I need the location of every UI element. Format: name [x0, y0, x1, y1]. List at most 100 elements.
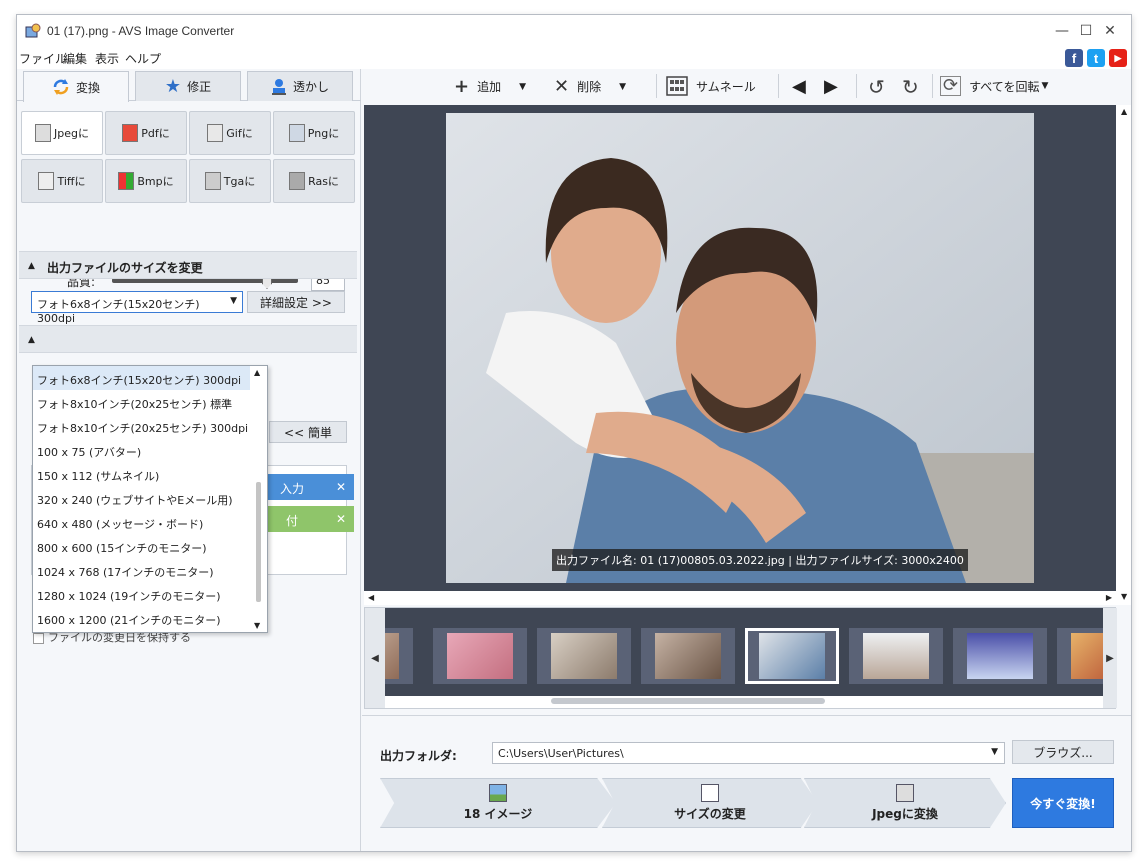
- format-ras-button[interactable]: Rasに: [273, 159, 355, 203]
- thumbnail-item[interactable]: [537, 628, 631, 684]
- format-gif-button[interactable]: Gifに: [189, 111, 271, 155]
- format-png-button[interactable]: Pngに: [273, 111, 355, 155]
- thumbnail-left-arrow[interactable]: ◀: [365, 608, 385, 708]
- details-button[interactable]: 詳細設定 >>: [247, 291, 345, 313]
- thumbnail-image: [447, 633, 513, 679]
- add-button[interactable]: + 追加 ▼: [454, 76, 526, 97]
- dropdown-item[interactable]: 800 x 600 (15インチのモニター): [33, 534, 251, 558]
- rotate-all-button[interactable]: ⟳ すべてを回転 ▼: [940, 76, 1048, 96]
- preview-horizontal-scrollbar[interactable]: ◀ ▶: [364, 591, 1116, 605]
- scroll-up-icon[interactable]: ▲: [1121, 107, 1127, 116]
- app-icon: [25, 23, 41, 38]
- tab-convert[interactable]: 変換: [23, 71, 129, 102]
- dropdown-item[interactable]: 150 x 112 (サムネイル): [33, 462, 251, 486]
- chevron-down-icon[interactable]: ▼: [519, 82, 526, 92]
- thumbnail-item[interactable]: [385, 628, 413, 684]
- dropdown-item[interactable]: 1600 x 1200 (21インチのモニター): [33, 606, 251, 630]
- simple-button[interactable]: << 簡単: [269, 421, 347, 443]
- next-arrow-icon[interactable]: ▶: [824, 76, 838, 97]
- twitter-icon[interactable]: t: [1087, 49, 1105, 67]
- thumbnail-item-selected[interactable]: [745, 628, 839, 684]
- resize-preset-select[interactable]: フォト6x8インチ(15x20センチ) 300dpi ▼: [31, 291, 243, 325]
- browse-button[interactable]: ブラウズ...: [1012, 740, 1114, 764]
- thumbnail-button[interactable]: サムネール: [666, 76, 756, 96]
- maximize-button[interactable]: ☐: [1041, 15, 1093, 47]
- second-section-header[interactable]: ▲: [19, 325, 357, 353]
- format-bmp-button[interactable]: Bmpに: [105, 159, 187, 203]
- format-jpeg-label: Jpegに: [54, 127, 89, 140]
- keep-date-checkbox[interactable]: [33, 632, 44, 644]
- menu-edit[interactable]: 編集: [63, 50, 87, 67]
- step-resize[interactable]: サイズの変更: [602, 778, 818, 828]
- preview-vertical-scrollbar[interactable]: ▲ ▼: [1116, 105, 1131, 605]
- dropdown-scroll-thumb[interactable]: [256, 482, 261, 602]
- thumbnail-item[interactable]: [953, 628, 1047, 684]
- image-preview: 出力ファイル名: 01 (17)00805.03.2022.jpg | 出力ファ…: [364, 105, 1116, 591]
- tab-correct[interactable]: ★ 修正: [135, 71, 241, 101]
- output-folder-field[interactable]: C:\Users\User\Pictures\ ▼: [492, 742, 1005, 764]
- facebook-icon[interactable]: f: [1065, 49, 1083, 67]
- delete-label: 削除: [577, 80, 602, 94]
- chevron-down-icon[interactable]: ▼: [991, 747, 998, 757]
- menu-file[interactable]: ファイル: [19, 50, 67, 67]
- dropdown-item[interactable]: フォト6x8インチ(15x20センチ) 300dpi: [33, 366, 251, 390]
- toolbar: + 追加 ▼ ✕ 削除 ▼ サムネール ◀ ▶ ↺ ↻ ⟳ すべてを回転 ▼: [362, 69, 1131, 103]
- title-bar: 01 (17).png - AVS Image Converter — ☐ ✕: [17, 15, 1131, 47]
- scroll-down-icon[interactable]: ▼: [254, 621, 260, 630]
- format-pdf-button[interactable]: Pdfに: [105, 111, 187, 155]
- thumbnail-image: [655, 633, 721, 679]
- menu-bar: ファイル 編集 表示 ヘルプ f t ▶: [17, 47, 1131, 69]
- scroll-right-icon[interactable]: ▶: [1106, 593, 1112, 602]
- photo-father-daughter: [446, 113, 1034, 583]
- dropdown-scrollbar[interactable]: ▲ ▼: [250, 366, 267, 632]
- resize-preset-dropdown[interactable]: フォト6x8インチ(15x20センチ) 300dpi フォト8x10インチ(20…: [32, 365, 268, 633]
- close-icon[interactable]: ✕: [336, 512, 346, 526]
- thumbnail-list: [385, 608, 1103, 696]
- left-panel: 変換 ★ 修正 透かし Jpegに Pdfに Gifに Pngに Tiffに B…: [17, 69, 361, 851]
- format-jpeg-button[interactable]: Jpegに: [21, 111, 103, 155]
- step-resize-label: サイズの変更: [674, 807, 746, 821]
- scroll-down-icon[interactable]: ▼: [1121, 592, 1127, 601]
- thumbnail-item[interactable]: [641, 628, 735, 684]
- dropdown-item[interactable]: 1024 x 768 (17インチのモニター): [33, 558, 251, 582]
- close-button[interactable]: ✕: [1087, 15, 1131, 47]
- menu-help[interactable]: ヘルプ: [125, 50, 161, 67]
- format-tiff-button[interactable]: Tiffに: [21, 159, 103, 203]
- dropdown-item[interactable]: 1280 x 1024 (19インチのモニター): [33, 582, 251, 606]
- tab-correct-label: 修正: [187, 80, 212, 94]
- tab-watermark[interactable]: 透かし: [247, 71, 353, 101]
- previous-arrow-icon[interactable]: ◀: [792, 76, 806, 97]
- dropdown-item[interactable]: フォト8x10インチ(20x25センチ) 300dpi: [33, 414, 251, 438]
- dropdown-item[interactable]: 100 x 75 (アバター): [33, 438, 251, 462]
- chevron-down-icon[interactable]: ▼: [619, 82, 626, 92]
- thumbnail-item[interactable]: [849, 628, 943, 684]
- dropdown-item[interactable]: フォト8x10インチ(20x25センチ) 標準: [33, 390, 251, 414]
- scroll-up-icon[interactable]: ▲: [254, 368, 260, 377]
- thumbnail-item[interactable]: [433, 628, 527, 684]
- dropdown-item[interactable]: 640 x 480 (メッセージ・ボード): [33, 510, 251, 534]
- tab-convert-label: 変換: [75, 80, 100, 95]
- bmp-icon: [118, 172, 135, 190]
- collapse-triangle-icon: ▲: [28, 261, 35, 271]
- rotate-left-icon[interactable]: ↺: [868, 75, 885, 99]
- thumbnail-scroll-thumb[interactable]: [551, 698, 825, 704]
- menu-view[interactable]: 表示: [95, 50, 119, 67]
- thumbnail-item[interactable]: [1057, 628, 1103, 684]
- step-images[interactable]: 18 イメージ: [380, 778, 616, 828]
- step-convert[interactable]: Jpegに変換: [804, 778, 1006, 828]
- scroll-left-icon[interactable]: ◀: [368, 593, 374, 602]
- resize-section-header[interactable]: ▲ 出力ファイルのサイズを変更: [19, 251, 357, 279]
- dropdown-item[interactable]: 320 x 240 (ウェブサイトやEメール用): [33, 486, 251, 510]
- output-info-caption: 出力ファイル名: 01 (17)00805.03.2022.jpg | 出力ファ…: [552, 549, 968, 571]
- preview-photo: 出力ファイル名: 01 (17)00805.03.2022.jpg | 出力ファ…: [446, 113, 1034, 583]
- delete-button[interactable]: ✕ 削除 ▼: [554, 76, 626, 97]
- stamp-icon: [271, 78, 286, 95]
- thumbnail-right-arrow[interactable]: ▶: [1103, 608, 1117, 708]
- format-tga-button[interactable]: Tgaに: [189, 159, 271, 203]
- png-icon: [288, 124, 305, 142]
- youtube-icon[interactable]: ▶: [1109, 49, 1127, 67]
- convert-now-button[interactable]: 今すぐ変換!: [1012, 778, 1114, 828]
- rotate-right-icon[interactable]: ↻: [902, 75, 919, 99]
- format-tga-label: Tgaに: [223, 175, 256, 188]
- close-icon[interactable]: ✕: [336, 480, 346, 494]
